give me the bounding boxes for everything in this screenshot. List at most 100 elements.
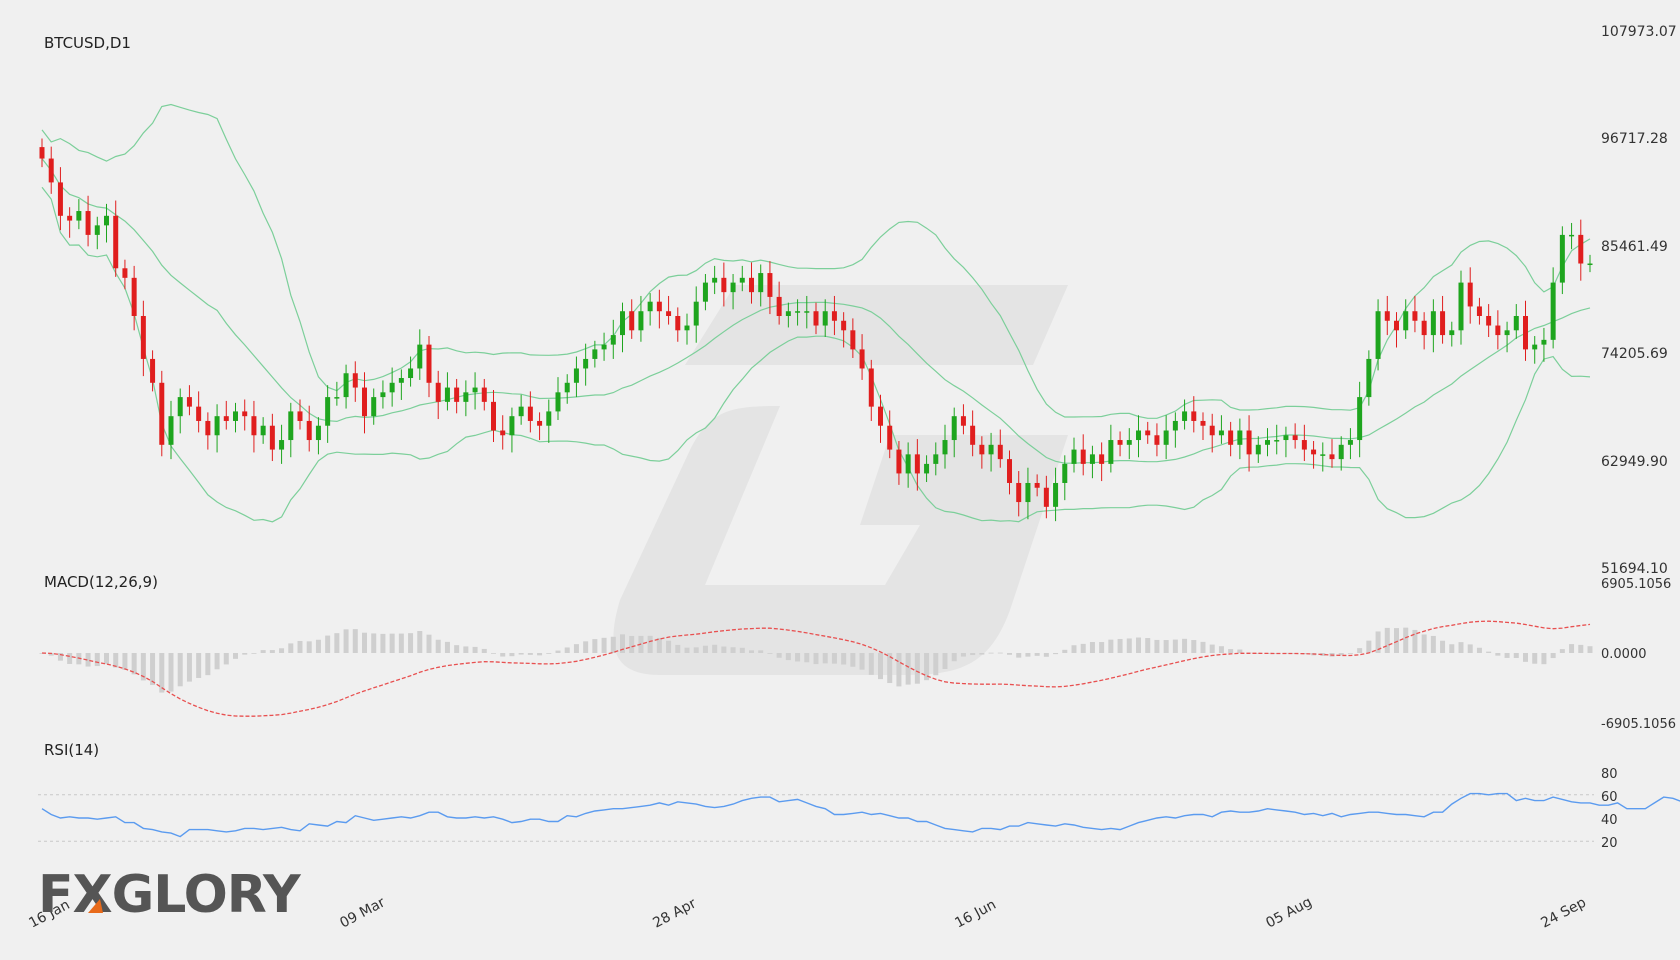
macd-hist-bar: [306, 641, 312, 653]
macd-hist-bar: [960, 653, 966, 657]
candle-body: [1541, 339, 1547, 345]
symbol-title: BTCUSD,D1: [44, 34, 131, 52]
candle-body: [1255, 444, 1261, 455]
macd-hist-bar: [1218, 646, 1224, 653]
candle-body: [1108, 440, 1114, 464]
candle: [509, 407, 515, 453]
candle-body: [813, 311, 819, 326]
macd-hist-bar: [1541, 653, 1547, 665]
macd-hist-bar: [1440, 640, 1446, 653]
candle: [1246, 415, 1252, 472]
candle-body: [1301, 440, 1307, 450]
candle-body: [251, 416, 257, 436]
macd-hist-bar: [997, 652, 1003, 654]
candle-body: [896, 449, 902, 474]
candle: [573, 356, 579, 398]
candle: [1412, 295, 1418, 333]
candle-body: [1228, 430, 1234, 445]
candle: [1200, 412, 1206, 441]
date-tick-5: 24 Sep: [1538, 895, 1589, 932]
candle-body: [1099, 454, 1105, 464]
candle-body: [481, 387, 487, 402]
candle: [435, 370, 441, 420]
candle: [343, 364, 349, 409]
candle-body: [491, 401, 496, 431]
candle-body: [1523, 315, 1528, 350]
candle-body: [1587, 263, 1593, 266]
macd-hist-bar: [684, 647, 690, 653]
candle-body: [1136, 430, 1141, 441]
candle-body: [979, 444, 985, 455]
candle-body: [343, 373, 349, 398]
candle-body: [620, 311, 625, 336]
candle-body: [785, 311, 791, 316]
candle: [159, 370, 165, 457]
candle: [610, 319, 616, 359]
candle-body: [76, 211, 82, 221]
candle: [196, 391, 202, 433]
macd-hist-bar: [177, 653, 183, 687]
macd-hist-bar: [1486, 651, 1492, 653]
macd-hist-bar: [1209, 644, 1215, 653]
candle-body: [951, 416, 957, 441]
candle: [518, 394, 524, 425]
candle-body: [1080, 449, 1086, 464]
candle-body: [583, 358, 589, 369]
candle-body: [1126, 440, 1132, 445]
candle: [177, 388, 183, 434]
macd-hist-bar: [675, 644, 681, 653]
candle-body: [960, 416, 966, 426]
macd-hist-bar: [527, 653, 533, 655]
macd-hist-bar: [297, 640, 303, 653]
macd-hist-bar: [859, 653, 865, 670]
candle: [1366, 350, 1372, 406]
candle: [1338, 436, 1344, 471]
candle: [398, 369, 404, 400]
candle-body: [1467, 282, 1473, 307]
candle-body: [1043, 487, 1049, 507]
macd-hist-bar: [1126, 638, 1132, 653]
candle-body: [472, 387, 478, 393]
macd-hist-bar: [1476, 647, 1482, 653]
candle-body: [1071, 449, 1077, 464]
candle: [186, 385, 192, 416]
candle-body: [933, 454, 939, 464]
candle: [1228, 421, 1234, 457]
candle-body: [831, 311, 837, 321]
macd-hist-bar: [168, 653, 174, 692]
candle: [1329, 439, 1335, 468]
candle: [1347, 428, 1353, 460]
candle: [1394, 312, 1399, 348]
candle: [113, 200, 119, 277]
macd-hist-bar: [841, 653, 847, 665]
candle-body: [1200, 420, 1206, 426]
candle-body: [1578, 234, 1584, 264]
macd-hist-bar: [583, 641, 589, 653]
macd-hist-bar: [1559, 649, 1565, 653]
macd-hist-bar: [868, 653, 874, 675]
candle: [1218, 415, 1224, 444]
candle-body: [380, 392, 386, 398]
macd-hist-bar: [398, 633, 404, 653]
candle-body: [352, 373, 358, 388]
candle-body: [1375, 311, 1381, 359]
candle-body: [315, 425, 321, 441]
macd-hist-bar: [1523, 653, 1528, 662]
candle-body: [1062, 463, 1068, 483]
candle-body: [67, 215, 73, 221]
candle: [1559, 226, 1565, 295]
macd-hist-bar: [186, 653, 192, 682]
candle-body: [444, 387, 450, 402]
candle-body: [131, 277, 137, 316]
price-tick-2: 85461.49: [1601, 239, 1668, 255]
candle-body: [841, 320, 847, 331]
macd-hist-bar: [537, 653, 543, 656]
macd-hist-bar: [1136, 637, 1141, 653]
rsi-tick-40: 40: [1601, 813, 1618, 828]
candle: [638, 295, 644, 342]
macd-hist-bar: [269, 650, 275, 653]
rsi-tick-80: 80: [1601, 767, 1618, 782]
macd-hist-bar: [905, 653, 911, 685]
candle: [1440, 295, 1446, 344]
candle-body: [942, 440, 948, 455]
